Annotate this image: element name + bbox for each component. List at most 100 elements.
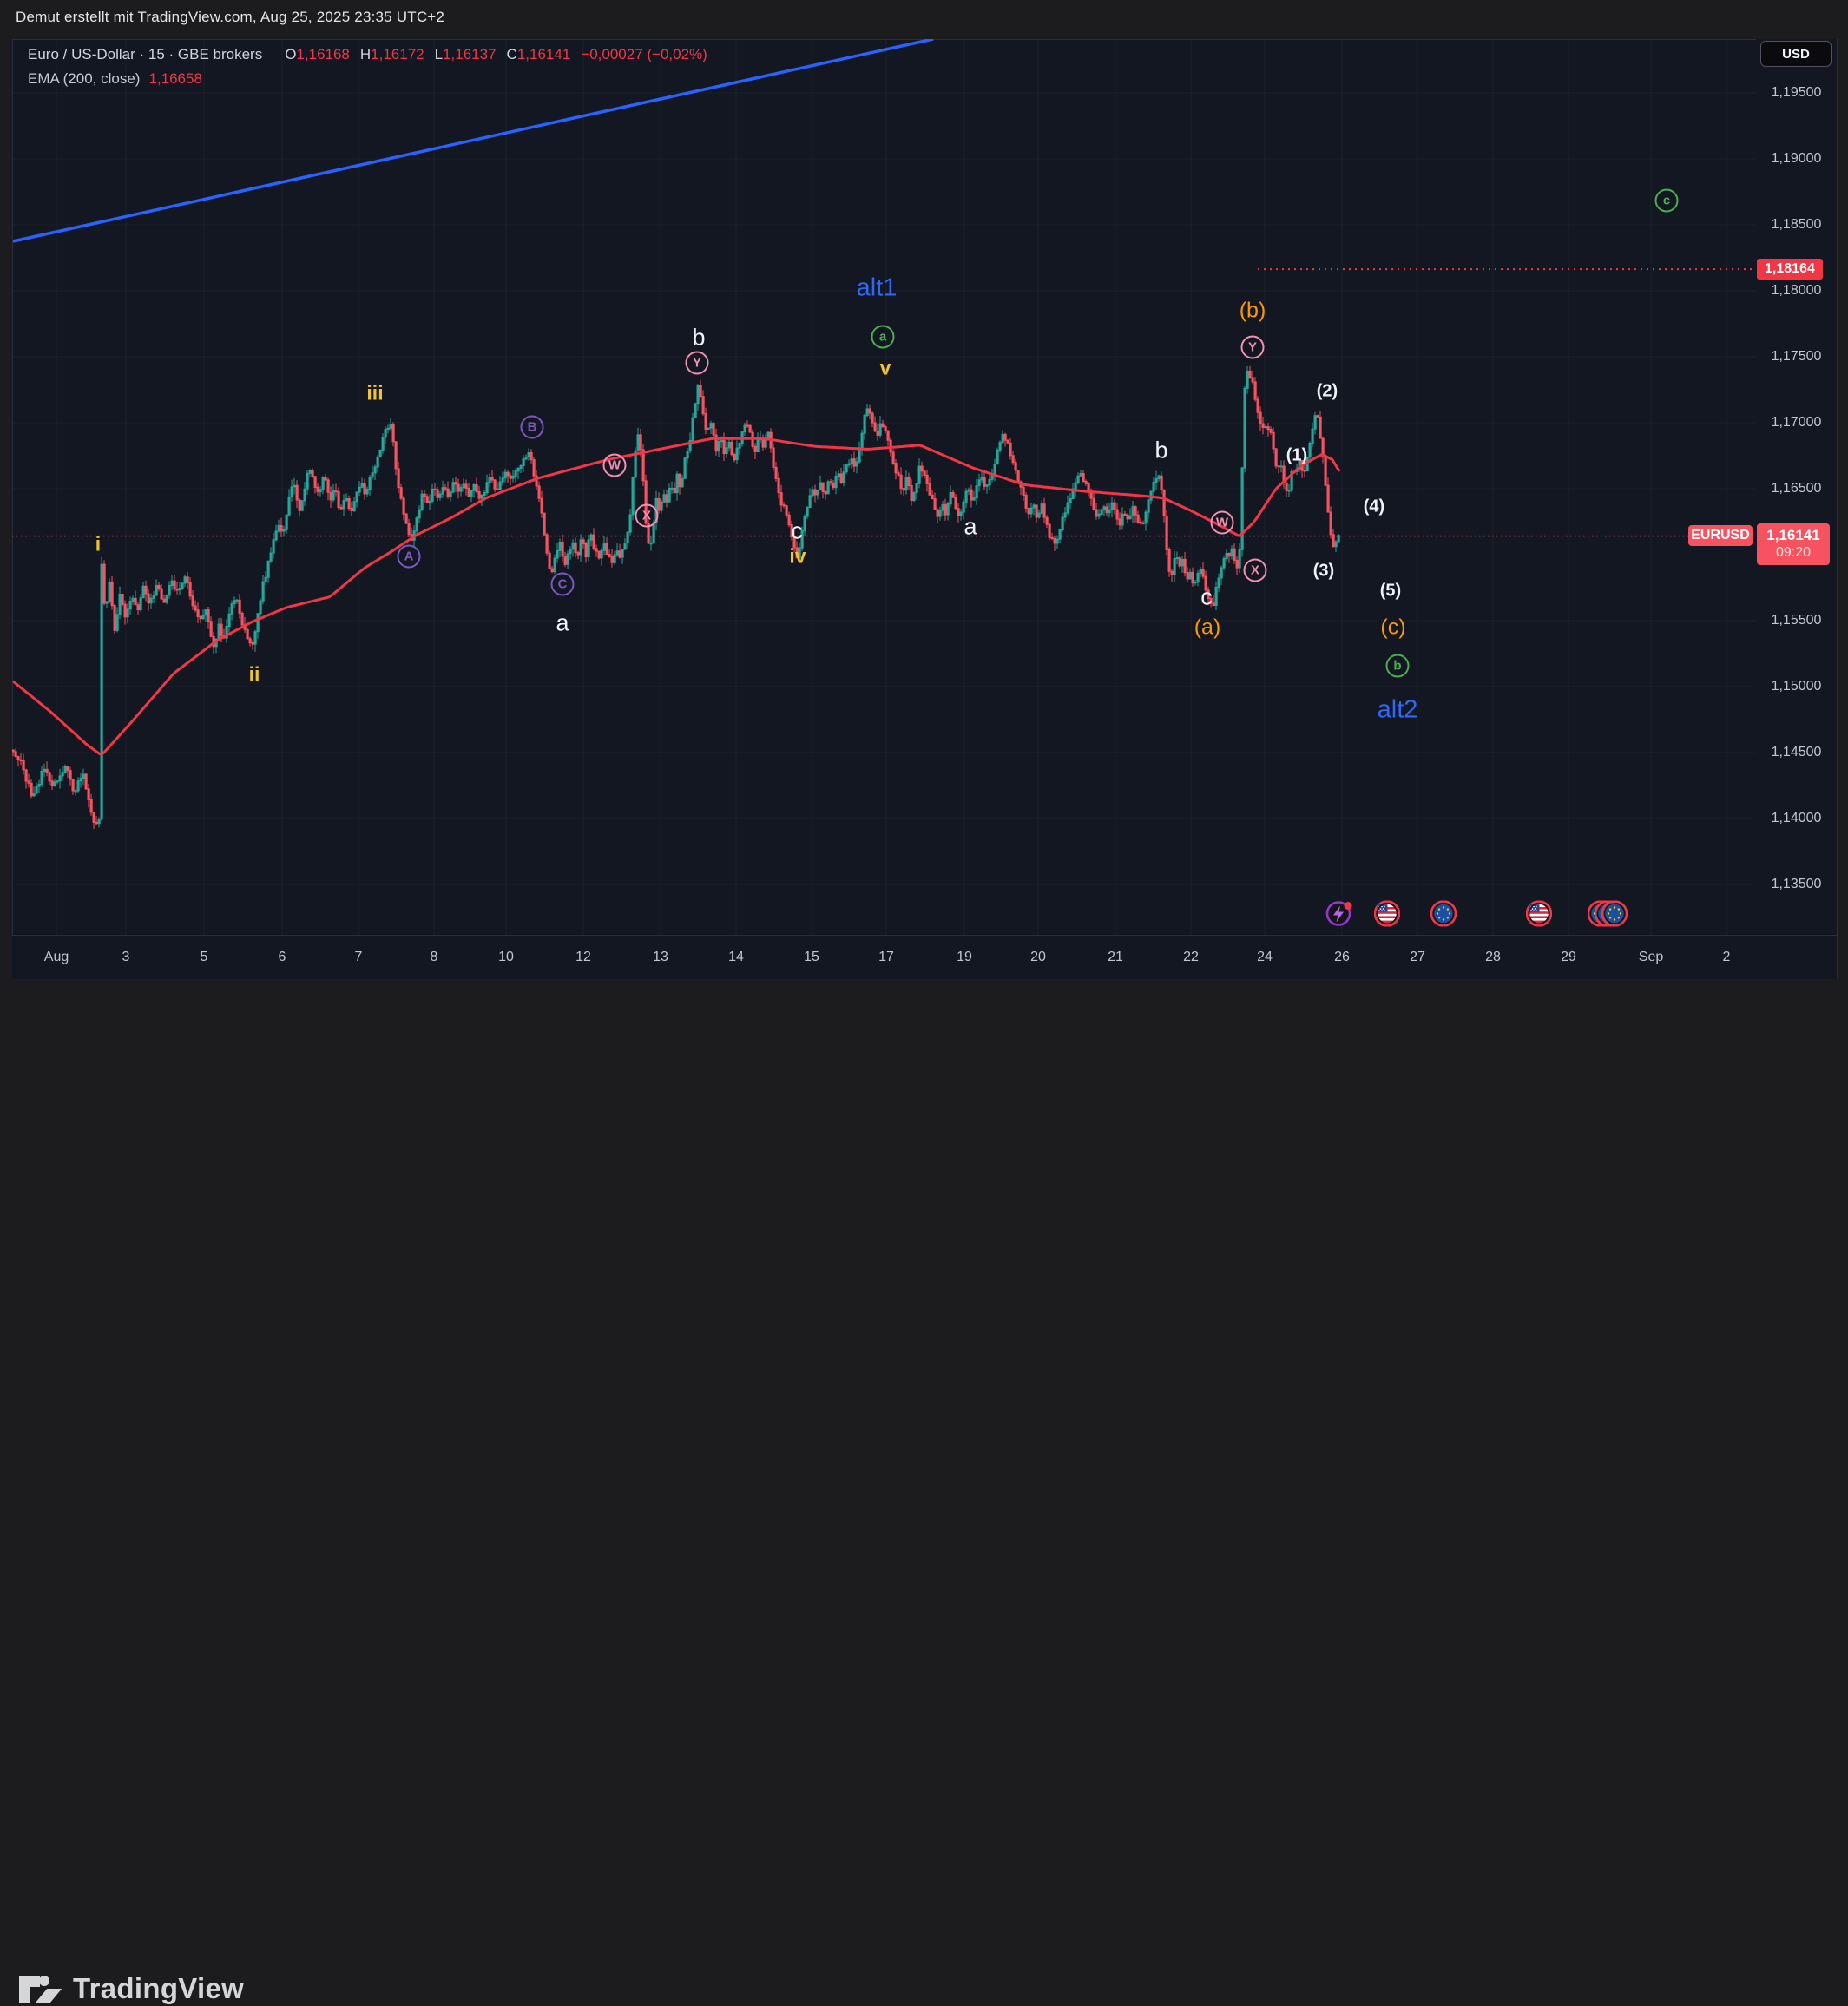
- axis-corner: [1756, 935, 1838, 979]
- wave-label-Y-circle-pink[interactable]: Y: [686, 352, 709, 375]
- time-tick: 21: [1108, 950, 1123, 965]
- wave-label-C-circle-purple[interactable]: C: [551, 573, 575, 596]
- ema-indicator-label[interactable]: EMA (200, close): [28, 70, 140, 88]
- high-value: 1,16172: [371, 46, 424, 63]
- time-tick: 14: [728, 950, 744, 965]
- us-flag-icon[interactable]: [1374, 901, 1400, 931]
- price-axis[interactable]: 1,19500 1,19000 1,18500 1,18000 1,17500 1,170…: [1756, 39, 1838, 935]
- time-tick: Aug: [44, 950, 69, 965]
- wave-label-5-paren[interactable]: (5): [1380, 582, 1401, 602]
- wave-label-1-paren[interactable]: (1): [1286, 446, 1307, 466]
- price-tick: 1,15500: [1756, 613, 1837, 628]
- close-value: 1,16141: [517, 46, 570, 63]
- eu-flag-stack-icon[interactable]: [1588, 901, 1628, 931]
- wave-label-W-circle-pink[interactable]: W: [603, 454, 627, 477]
- price-tick: 1,17500: [1756, 349, 1837, 365]
- us-flag-icon[interactable]: [1526, 901, 1552, 931]
- wave-label-v-yellow[interactable]: v: [880, 357, 891, 380]
- wave-label-a-white[interactable]: a: [963, 514, 977, 541]
- wave-label-b-orange[interactable]: (b): [1240, 299, 1266, 324]
- price-tick: 1,19500: [1756, 85, 1837, 101]
- time-tick: 10: [498, 950, 514, 965]
- time-tick: 12: [575, 950, 591, 965]
- wave-label-c-white[interactable]: c: [791, 518, 803, 545]
- price-tick: 1,14000: [1756, 811, 1837, 826]
- low-value: 1,16137: [443, 46, 496, 63]
- time-axis[interactable]: Aug35678101213141517192021222426272829Se…: [12, 935, 1756, 979]
- chart-legend: Euro / US-Dollar · 15 · GBE brokers O1,1…: [28, 46, 707, 95]
- wave-label-iii-yellow[interactable]: iii: [366, 382, 383, 405]
- wave-label-c-circle-green[interactable]: c: [1655, 189, 1679, 213]
- time-tick: 7: [355, 950, 363, 965]
- low-label: L: [435, 46, 443, 63]
- price-tick: 1,15000: [1756, 679, 1837, 694]
- wave-label-alt1-blue[interactable]: alt1: [857, 274, 898, 303]
- wave-label-X-circle-pink[interactable]: X: [635, 504, 659, 528]
- candle-countdown: 09:20: [1757, 544, 1830, 562]
- price-tick: 1,16500: [1756, 481, 1837, 497]
- wave-label-b-white[interactable]: b: [692, 325, 705, 352]
- change-value: −0,00027 (−0,02%): [581, 46, 707, 63]
- symbol-price-badge: EURUSD: [1688, 525, 1753, 546]
- tradingview-logo-icon: [17, 1971, 62, 2006]
- right-margin-strip: [1838, 0, 1848, 1048]
- wave-label-b-circle-green[interactable]: b: [1386, 654, 1410, 678]
- time-tick: 6: [279, 950, 286, 965]
- wave-label-i-yellow[interactable]: i: [95, 533, 101, 556]
- wave-label-a-circle-green[interactable]: a: [871, 326, 895, 349]
- wave-label-iv-yellow[interactable]: iv: [789, 545, 806, 569]
- close-label: C: [507, 46, 517, 63]
- tradingview-logo[interactable]: TradingView: [17, 1971, 244, 2006]
- currency-toggle-button[interactable]: USD: [1760, 41, 1832, 67]
- price-tick: 1,13500: [1756, 877, 1837, 892]
- economic-event-icon[interactable]: [1325, 900, 1353, 932]
- symbol-title[interactable]: Euro / US-Dollar · 15 · GBE brokers: [28, 46, 262, 63]
- footer-bar: TradingView: [0, 979, 1848, 1048]
- wave-label-W-circle-pink[interactable]: W: [1211, 511, 1234, 535]
- open-label: O: [285, 46, 296, 63]
- time-tick: 19: [957, 950, 972, 965]
- time-tick: 28: [1485, 950, 1501, 965]
- wave-label-a-white[interactable]: a: [556, 610, 569, 637]
- wave-label-2-paren[interactable]: (2): [1317, 382, 1338, 402]
- indicator-row[interactable]: EMA (200, close) 1,16658: [28, 70, 707, 95]
- price-tick: 1,18500: [1756, 217, 1837, 233]
- price-tick: 1,17000: [1756, 415, 1837, 431]
- price-tick: 1,18000: [1756, 283, 1837, 299]
- wave-label-B-circle-purple[interactable]: B: [521, 416, 544, 439]
- time-tick: 27: [1410, 950, 1425, 965]
- tradingview-logo-text: TradingView: [73, 1972, 244, 2005]
- time-tick: 15: [804, 950, 819, 965]
- eu-flag-icon[interactable]: [1430, 901, 1457, 931]
- wave-label-ii-yellow[interactable]: ii: [249, 663, 260, 687]
- price-tick: 1,14500: [1756, 745, 1837, 760]
- chart-widget: [12, 39, 1838, 979]
- wave-label-b-white[interactable]: b: [1154, 437, 1167, 464]
- last-price-value: 1,16141: [1757, 526, 1830, 544]
- wave-label-alt2-blue[interactable]: alt2: [1378, 696, 1418, 725]
- time-tick: 29: [1561, 950, 1576, 965]
- high-label: H: [360, 46, 371, 63]
- time-tick: 8: [431, 950, 438, 965]
- time-tick: 20: [1030, 950, 1046, 965]
- wave-label-3-paren[interactable]: (3): [1313, 562, 1334, 582]
- wave-label-c-orange[interactable]: (c): [1380, 615, 1405, 641]
- time-tick: 24: [1257, 950, 1273, 965]
- open-value: 1,16168: [296, 46, 349, 63]
- symbol-row[interactable]: Euro / US-Dollar · 15 · GBE brokers O1,1…: [28, 46, 707, 70]
- time-tick: 26: [1334, 950, 1350, 965]
- wave-label-A-circle-purple[interactable]: A: [398, 545, 421, 569]
- last-price-label: 1,16141 09:20: [1757, 523, 1830, 565]
- time-tick: 13: [653, 950, 668, 965]
- wave-label-4-paren[interactable]: (4): [1364, 497, 1384, 517]
- wave-label-Y-circle-pink[interactable]: Y: [1241, 336, 1265, 359]
- level-price-label: 1,18164: [1757, 259, 1823, 280]
- price-tick: 1,19000: [1756, 151, 1837, 167]
- share-watermark: Demut erstellt mit TradingView.com, Aug …: [16, 9, 444, 26]
- tradingview-screenshot: Demut erstellt mit TradingView.com, Aug …: [0, 0, 1848, 1048]
- ema-indicator-value: 1,16658: [148, 70, 201, 88]
- time-tick: 22: [1183, 950, 1199, 965]
- wave-label-a-orange[interactable]: (a): [1194, 615, 1221, 641]
- wave-label-c-white[interactable]: c: [1200, 584, 1213, 611]
- wave-label-X-circle-pink[interactable]: X: [1244, 559, 1267, 582]
